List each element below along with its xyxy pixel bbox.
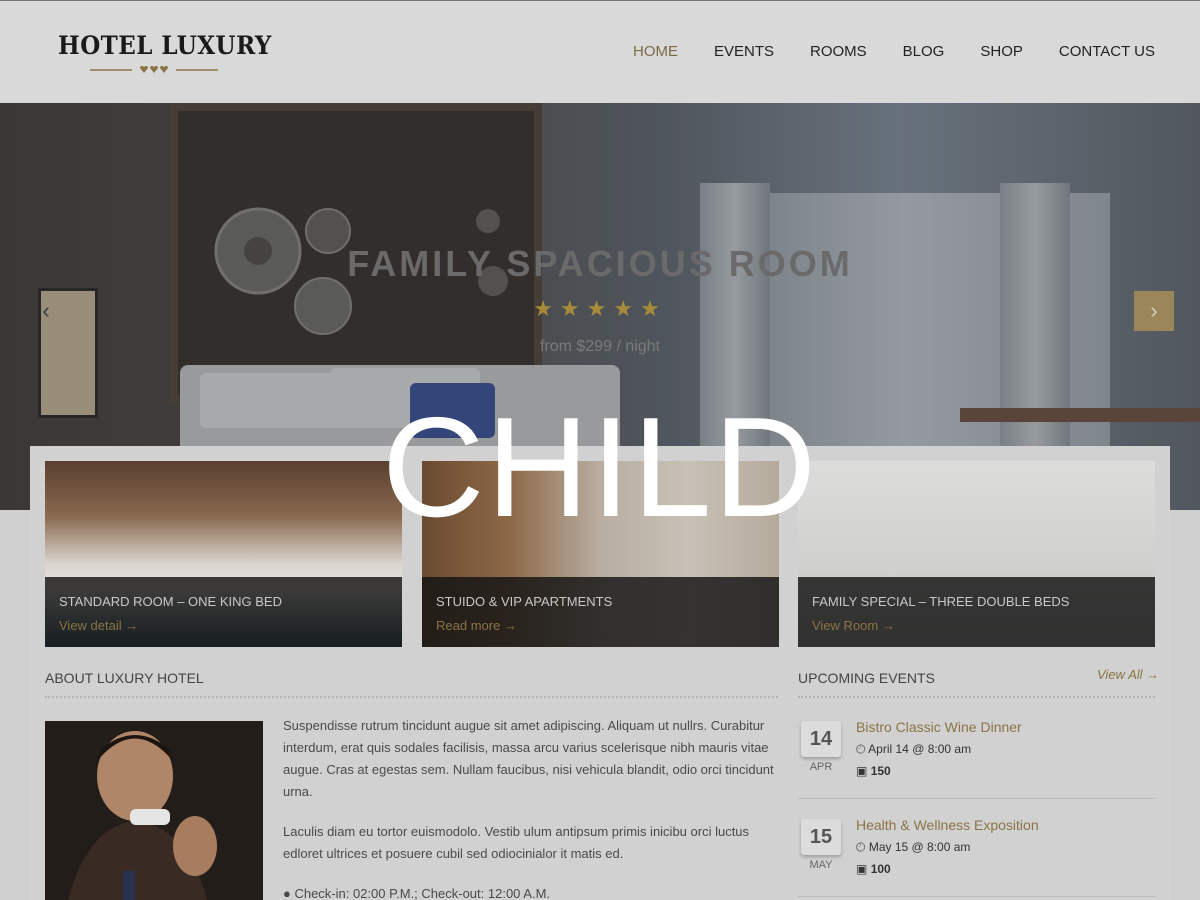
nav-contact-us[interactable]: CONTACT US [1059, 43, 1155, 60]
about-bullet: ● Check-in: 02:00 P.M.; Check-out: 12:00… [283, 886, 551, 900]
logo-ornament-icon [90, 66, 218, 73]
nav-rooms[interactable]: ROOMS [810, 43, 867, 60]
star-rating-icon: ★★★★★ [533, 296, 667, 321]
slider-next-button[interactable]: › [1134, 291, 1174, 331]
nav-shop[interactable]: SHOP [980, 43, 1023, 60]
nav-blog[interactable]: BLOG [903, 43, 945, 60]
nav-home[interactable]: HOME [633, 43, 678, 60]
event-day: 15 [801, 819, 841, 855]
room-card[interactable]: STANDARD ROOM – ONE KING BED View detail… [45, 461, 402, 647]
event-price-text: 100 [870, 862, 891, 876]
chevron-right-icon: › [1150, 298, 1158, 323]
room-card[interactable]: STUIDO & VIP APARTMENTS Read more → [422, 461, 779, 647]
event-title[interactable]: Bistro Classic Wine Dinner [856, 719, 1022, 735]
view-all-link[interactable]: View All → [1097, 667, 1159, 682]
main-nav: HOME EVENTS ROOMS BLOG SHOP CONTACT US [633, 43, 1155, 60]
content-box: STANDARD ROOM – ONE KING BED View detail… [30, 446, 1170, 900]
clock-icon: 🕘︎ [856, 840, 866, 854]
events-title: UPCOMING EVENTS [798, 670, 935, 686]
hero-title: FAMILY SPACIOUS ROOM [347, 243, 853, 284]
hero-price: from $299 / night [539, 338, 661, 355]
receptionist-photo [45, 721, 263, 900]
room-title: STUIDO & VIP APARTMENTS [436, 594, 613, 609]
event-time-text: May 15 @ 8:00 am [868, 840, 971, 854]
event-separator [798, 896, 1155, 897]
events-divider [798, 696, 1155, 698]
clock-icon: 🕘︎ [856, 742, 866, 756]
chevron-left-icon: ‹ [42, 298, 50, 323]
room-card[interactable]: FAMILY SPECIAL – THREE DOUBLE BEDS View … [798, 461, 1155, 647]
event-title[interactable]: Health & Wellness Exposition [856, 817, 1039, 833]
event-time: 🕘︎ April 14 @ 8:00 am [856, 742, 971, 757]
event-month: MAY [809, 859, 833, 871]
nav-events[interactable]: EVENTS [714, 43, 774, 60]
about-paragraph: Laculis diam eu tortor euismodolo. Vesti… [283, 824, 750, 861]
slider-prev-button[interactable]: ‹ [26, 291, 66, 331]
event-separator [798, 798, 1155, 799]
event-price: ▣ 150 [856, 764, 891, 778]
event-date: 14 APR [801, 721, 841, 773]
about-paragraph: Suspendisse rutrum tincidunt augue sit a… [283, 718, 774, 799]
event-price: ▣ 100 [856, 862, 891, 876]
about-title: ABOUT LUXURY HOTEL [45, 670, 204, 686]
event-day: 14 [801, 721, 841, 757]
money-icon: ▣ [856, 764, 868, 778]
room-link[interactable]: View detail → [59, 618, 388, 633]
event-time: 🕘︎ May 15 @ 8:00 am [856, 840, 970, 855]
event-price-text: 150 [870, 764, 891, 778]
event-time-text: April 14 @ 8:00 am [868, 742, 972, 756]
room-caption: STANDARD ROOM – ONE KING BED View detail… [45, 577, 402, 647]
site-header: HOTEL LUXURY HOME EVENTS ROOMS BLOG SHOP… [0, 0, 1200, 103]
room-caption: STUIDO & VIP APARTMENTS Read more → [422, 577, 779, 647]
event-month: APR [809, 761, 833, 773]
room-title: STANDARD ROOM – ONE KING BED [59, 594, 282, 609]
logo-text: HOTEL LUXURY [58, 31, 272, 60]
room-link[interactable]: View Room → [812, 618, 1141, 633]
site-logo[interactable]: HOTEL LUXURY [58, 31, 272, 73]
money-icon: ▣ [856, 862, 868, 876]
room-caption: FAMILY SPECIAL – THREE DOUBLE BEDS View … [798, 577, 1155, 647]
about-divider [45, 696, 778, 698]
room-link[interactable]: Read more → [436, 618, 765, 633]
event-date: 15 MAY [801, 819, 841, 871]
room-title: FAMILY SPECIAL – THREE DOUBLE BEDS [812, 594, 1070, 609]
person-image [45, 721, 263, 900]
